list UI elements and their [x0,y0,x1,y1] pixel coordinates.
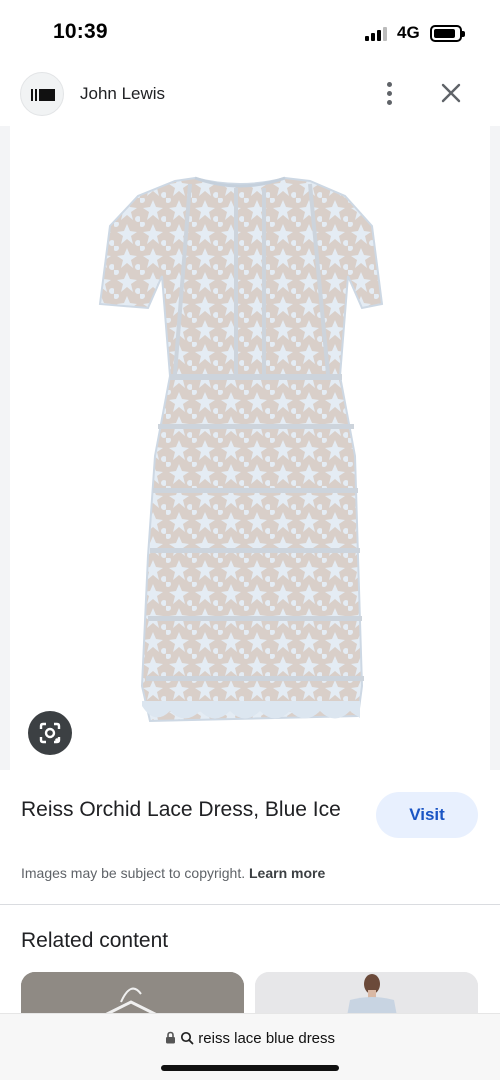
product-title[interactable]: Reiss Orchid Lace Dress, Blue Ice [21,794,351,825]
site-name[interactable]: John Lewis [80,84,165,104]
lock-icon [165,1031,175,1044]
url-bar[interactable]: reiss lace blue dress [0,1013,500,1080]
site-header: John Lewis [0,66,500,126]
learn-more-link[interactable]: Learn more [249,865,325,881]
divider [0,904,500,905]
battery-icon [430,25,465,42]
related-content-title: Related content [21,929,169,952]
visit-button[interactable]: Visit [376,792,478,838]
network-label: 4G [397,23,420,42]
status-bar: 10:39 4G [0,0,500,66]
product-image-area [0,126,500,770]
john-lewis-logo-icon[interactable] [20,72,64,116]
product-image[interactable] [10,126,490,770]
search-icon [181,1031,194,1045]
more-vert-icon[interactable] [376,78,404,108]
google-lens-icon[interactable] [28,711,72,755]
copyright-notice: Images may be subject to copyright. Lear… [21,865,325,881]
dress-image [98,176,384,723]
url-text: reiss lace blue dress [198,1030,336,1047]
copyright-text: Images may be subject to copyright. [21,865,246,881]
url-field[interactable]: reiss lace blue dress [0,1030,500,1047]
status-time: 10:39 [53,20,108,43]
home-indicator [161,1065,339,1071]
close-icon[interactable] [436,78,466,108]
signal-icon [365,27,389,41]
